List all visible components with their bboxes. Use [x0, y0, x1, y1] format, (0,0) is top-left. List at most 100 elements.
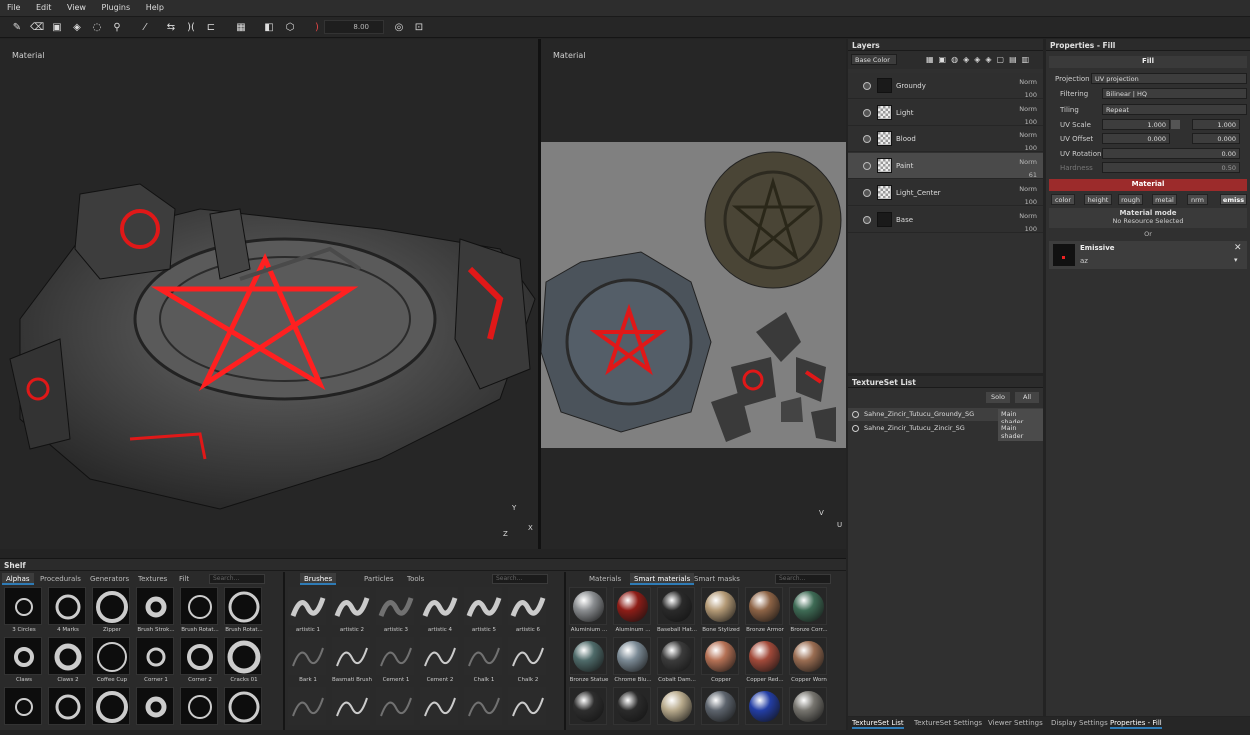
- shelf-item[interactable]: Bark 1: [288, 637, 328, 685]
- shelf-item[interactable]: Cement 2: [420, 637, 460, 685]
- shelf-search-input[interactable]: Search...: [209, 574, 265, 584]
- layer-actions-icons[interactable]: ▦▣◍◈◈◈▢▤▥: [926, 55, 1034, 64]
- menu-plugins[interactable]: Plugins: [95, 0, 137, 12]
- shelf-divider[interactable]: [564, 572, 566, 730]
- shelf-item[interactable]: Zipper: [92, 587, 132, 635]
- tab-properties-fill[interactable]: Properties - Fill: [1110, 719, 1162, 729]
- shelf-item[interactable]: Bronze Corr...: [789, 587, 829, 635]
- display-mode-icon[interactable]: ▦: [234, 20, 248, 34]
- lasso-icon[interactable]: ◌: [90, 20, 104, 34]
- close-icon[interactable]: ✕: [1234, 243, 1242, 253]
- camera-icon[interactable]: ◧: [262, 20, 276, 34]
- tab-textureset-settings[interactable]: TextureSet Settings: [914, 719, 982, 727]
- textureset-row[interactable]: Sahne_Zincir_Tutucu_Zincir_SG Main shade…: [848, 422, 1043, 441]
- shelf-item[interactable]: Corner 1: [136, 637, 176, 685]
- shelf-item[interactable]: artistic 2: [332, 587, 372, 635]
- shelf-tab[interactable]: Materials: [585, 573, 625, 585]
- layer-row[interactable]: Paint Norm 61: [848, 153, 1043, 182]
- eyedropper-icon[interactable]: ⁄: [138, 20, 152, 34]
- shelf-item[interactable]: [613, 687, 653, 735]
- clone-stamp-icon[interactable]: ⚲: [110, 20, 124, 34]
- paint-brush-icon[interactable]: ✎: [10, 20, 24, 34]
- shelf-item[interactable]: Brush Rotat...: [180, 587, 220, 635]
- shelf-item[interactable]: Cobalt Dam...: [657, 637, 697, 685]
- shelf-item[interactable]: [136, 687, 176, 735]
- shelf-tab[interactable]: Brushes: [300, 573, 337, 585]
- shelf-tab[interactable]: Textures: [134, 573, 171, 585]
- shelf-item[interactable]: Chalk 2: [508, 637, 548, 685]
- layer-row[interactable]: Light_Center Norm 100: [848, 179, 1043, 209]
- chip-emiss[interactable]: emiss: [1220, 194, 1247, 205]
- shelf-tab[interactable]: Procedurals: [36, 573, 85, 585]
- layer-blend[interactable]: Norm 100: [1019, 129, 1037, 155]
- tab-display-settings[interactable]: Display Settings: [1051, 719, 1108, 727]
- tab-viewer-settings[interactable]: Viewer Settings: [988, 719, 1043, 727]
- shelf-item[interactable]: Copper Red...: [745, 637, 785, 685]
- shelf-tab[interactable]: Smart materials: [630, 573, 695, 585]
- shelf-item[interactable]: Claws 2: [48, 637, 88, 685]
- chip-height[interactable]: height: [1084, 194, 1112, 205]
- shelf-item[interactable]: Cement 1: [376, 637, 416, 685]
- layer-blend[interactable]: Norm 100: [1019, 183, 1037, 209]
- shelf-item[interactable]: artistic 5: [464, 587, 504, 635]
- visibility-icon[interactable]: [852, 425, 859, 432]
- shelf-item[interactable]: Corner 2: [180, 637, 220, 685]
- shelf-tab[interactable]: Generators: [86, 573, 133, 585]
- layer-row[interactable]: Blood Norm 100: [848, 126, 1043, 155]
- shelf-item[interactable]: artistic 3: [376, 587, 416, 635]
- viewport-divider[interactable]: [538, 39, 541, 549]
- visibility-icon[interactable]: [863, 162, 871, 171]
- shelf-item[interactable]: artistic 4: [420, 587, 460, 635]
- layer-blend[interactable]: Norm 100: [1019, 210, 1037, 236]
- mirror-icon[interactable]: )(: [184, 20, 198, 34]
- shelf-tab[interactable]: Particles: [360, 573, 398, 585]
- chip-nrm[interactable]: nrm: [1187, 194, 1208, 205]
- uvoffset-u-field[interactable]: 0.000: [1102, 133, 1170, 144]
- viewport-2d[interactable]: Material V U: [540, 39, 846, 549]
- projection-dropdown[interactable]: UV projection: [1091, 73, 1247, 84]
- shelf-item[interactable]: 3 Circles: [4, 587, 44, 635]
- cube-icon[interactable]: ⬡: [283, 20, 297, 34]
- fill-header[interactable]: Fill: [1049, 56, 1247, 68]
- shelf-item[interactable]: [701, 687, 741, 735]
- textureset-row[interactable]: Sahne_Zincir_Tutucu_Groundy_SG Main shad…: [848, 408, 1043, 427]
- tiling-dropdown[interactable]: Repeat: [1102, 104, 1247, 115]
- shelf-item[interactable]: [92, 687, 132, 735]
- shelf-item[interactable]: Basmati Brush: [332, 637, 372, 685]
- shelf-item[interactable]: Chalk 1: [464, 637, 504, 685]
- shelf-tab[interactable]: Filt: [175, 573, 193, 585]
- shelf-tab[interactable]: Alphas: [2, 573, 34, 585]
- filtering-dropdown[interactable]: Bilinear | HQ: [1102, 88, 1247, 99]
- viewport-3d[interactable]: Material Y Z X: [0, 39, 538, 549]
- shelf-search-input[interactable]: Search...: [775, 574, 831, 584]
- shelf-item[interactable]: Brush Rotat...: [224, 587, 264, 635]
- menu-file[interactable]: File: [0, 0, 26, 12]
- material-header[interactable]: Material: [1049, 179, 1247, 191]
- chip-color[interactable]: color: [1051, 194, 1075, 205]
- shelf-item[interactable]: Aluminium ...: [569, 587, 609, 635]
- shelf-item[interactable]: Bronze Statue: [569, 637, 609, 685]
- layer-row[interactable]: Base Norm 100: [848, 206, 1043, 236]
- shelf-item[interactable]: artistic 6: [508, 587, 548, 635]
- shelf-item[interactable]: [4, 687, 44, 735]
- symmetry-icon[interactable]: ⇆: [164, 20, 178, 34]
- shelf-item[interactable]: [464, 687, 504, 735]
- shelf-item[interactable]: Claws: [4, 637, 44, 685]
- shelf-item[interactable]: Copper Worn: [789, 637, 829, 685]
- layer-blend[interactable]: Norm 61: [1019, 156, 1037, 182]
- no-resource-label[interactable]: No Resource Selected: [1049, 217, 1247, 225]
- tab-textureset-list[interactable]: TextureSet List: [852, 719, 904, 729]
- menu-view[interactable]: View: [60, 0, 92, 12]
- visibility-icon[interactable]: [852, 411, 859, 418]
- solo-button[interactable]: Solo: [986, 392, 1010, 403]
- shelf-item[interactable]: [657, 687, 697, 735]
- brush-size-field[interactable]: 8.00: [324, 20, 384, 34]
- layer-blend[interactable]: Norm 100: [1019, 103, 1037, 129]
- bracket-icon[interactable]: ): [310, 20, 324, 34]
- shelf-item[interactable]: [569, 687, 609, 735]
- shelf-item[interactable]: Coffee Cup: [92, 637, 132, 685]
- shelf-item[interactable]: [789, 687, 829, 735]
- shelf-tab[interactable]: Tools: [403, 573, 428, 585]
- shelf-tab[interactable]: Smart masks: [690, 573, 744, 585]
- hardness-slider[interactable]: 0.50: [1102, 162, 1240, 173]
